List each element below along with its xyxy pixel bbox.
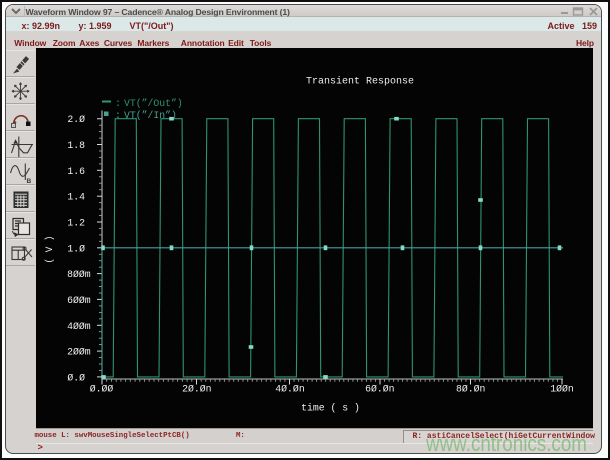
svg-text:1.6: 1.6 <box>67 165 85 176</box>
svg-text:8Ø.Øn: 8Ø.Øn <box>456 383 486 394</box>
svg-text:B: B <box>27 178 32 185</box>
svg-text:Ø.ØØ: Ø.ØØ <box>90 383 114 394</box>
svg-text:4ØØm: 4ØØm <box>67 320 91 331</box>
svg-text:( V ): ( V ) <box>44 235 55 263</box>
svg-text:time ( s ): time ( s ) <box>301 402 360 413</box>
svg-text:2ØØm: 2ØØm <box>67 346 91 357</box>
svg-text:1ØØn: 1ØØn <box>550 383 574 394</box>
svg-text:1.2: 1.2 <box>67 217 85 228</box>
svg-text:1.4: 1.4 <box>67 191 85 202</box>
svg-text:2.Ø: 2.Ø <box>67 114 85 125</box>
svg-text:1.Ø: 1.Ø <box>67 243 85 254</box>
svg-text:6ØØm: 6ØØm <box>67 294 91 305</box>
svg-text:2Ø.Øn: 2Ø.Øn <box>182 383 212 394</box>
svg-text:4Ø.Øn: 4Ø.Øn <box>275 383 305 394</box>
svg-text:6Ø.Øn: 6Ø.Øn <box>365 383 395 394</box>
svg-text:Transient Response: Transient Response <box>306 75 414 87</box>
svg-text:VT(”/In”): VT(”/In”) <box>124 110 177 121</box>
svg-text:1.8: 1.8 <box>67 140 85 151</box>
svg-text::: : <box>115 98 121 109</box>
svg-text:8ØØm: 8ØØm <box>67 269 91 280</box>
svg-text::: : <box>115 110 121 121</box>
svg-text:Ø.Ø: Ø.Ø <box>67 372 85 383</box>
svg-text:VT(”/Out”): VT(”/Out”) <box>124 98 183 109</box>
